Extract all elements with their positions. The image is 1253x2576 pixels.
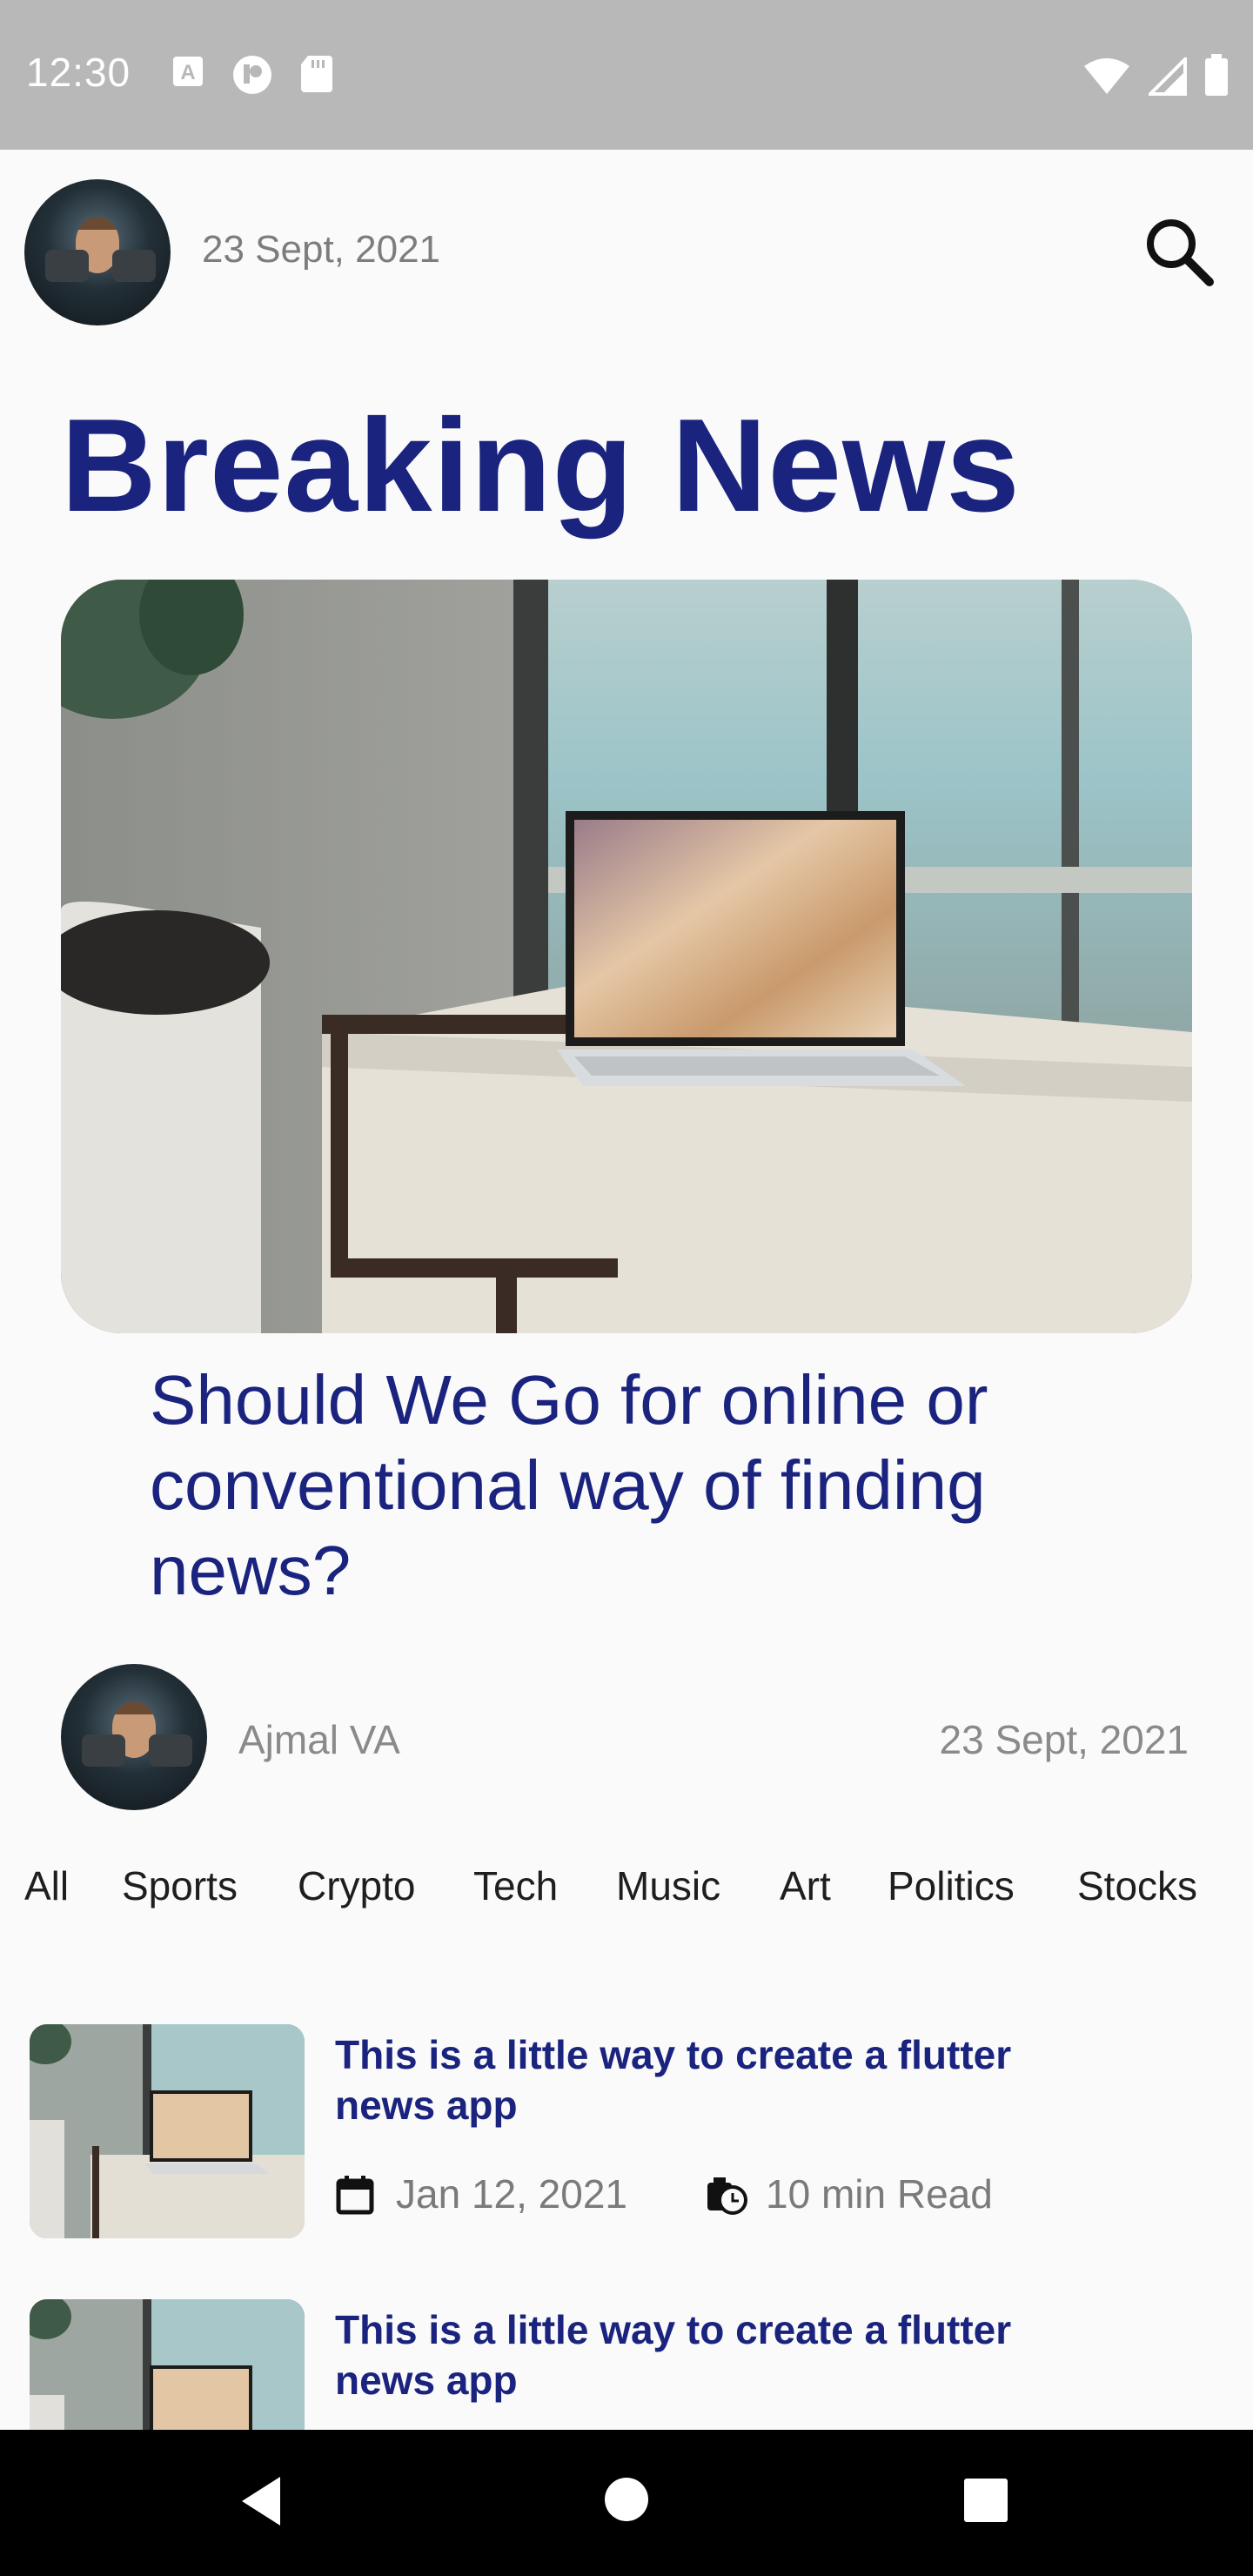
sd-card-icon [301,56,332,92]
timer-icon [707,2177,747,2215]
avatar-camera [44,249,89,282]
status-system-icons [1082,54,1229,96]
tab-art[interactable]: Art [780,1862,831,1909]
article-thumbnail [30,2024,305,2238]
recents-icon[interactable] [962,2477,1009,2524]
signal-icon [1149,57,1187,96]
author-date: 23 Sept, 2021 [939,1717,1189,1762]
header: 23 Sept, 2021 [0,150,1253,359]
tab-tech[interactable]: Tech [473,1862,558,1909]
back-icon[interactable] [237,2473,289,2529]
hero-image[interactable] [61,580,1192,1333]
home-icon[interactable] [602,2475,651,2524]
wifi-icon [1084,58,1129,94]
author-avatar[interactable] [61,1664,207,1810]
status-bar: 12:30 A [0,0,1253,150]
page-title: Breaking News [61,392,1021,540]
app-p-icon [233,56,271,94]
status-notification-icons: A [171,54,334,96]
battery-icon [1205,54,1228,96]
search-button[interactable] [1140,212,1218,291]
status-time: 12:30 [26,50,131,95]
tab-crypto[interactable]: Crypto [298,1862,415,1909]
avatar[interactable] [24,179,171,325]
tab-music[interactable]: Music [616,1862,720,1909]
article-title: This is a little way to create a flutter… [335,2032,1012,2128]
hero-headline[interactable]: Should We Go for online or conventional … [150,1358,1107,1613]
tab-stocks[interactable]: Stocks [1077,1862,1197,1909]
tab-politics[interactable]: Politics [888,1862,1015,1909]
tab-sports[interactable]: Sports [122,1862,238,1909]
article-meta: Jan 12, 2021 10 min Read [335,2170,1205,2223]
category-tabs: All Sports Crypto Tech Music Art Politic… [0,1862,1253,1923]
calendar-icon [336,2176,374,2215]
article-title: This is a little way to create a flutter… [335,2307,1012,2403]
avatar-camera [111,249,157,282]
list-item[interactable]: This is a little way to create a flutter… [0,2024,1253,2259]
tab-all[interactable]: All [24,1862,69,1909]
article-photo [30,2024,305,2238]
article-date: Jan 12, 2021 [396,2171,628,2217]
system-nav-bar [0,2430,1253,2576]
avatar-camera [148,1734,193,1767]
avatar-camera [81,1734,125,1767]
svg-text:A: A [180,61,195,84]
author-row: Ajmal VA 23 Sept, 2021 [0,1664,1253,1812]
app-a-icon: A [173,57,203,86]
article-read-time: 10 min Read [766,2171,993,2217]
hero-photo [61,580,1192,1333]
search-icon [1147,219,1214,286]
header-date: 23 Sept, 2021 [202,228,441,271]
author-name: Ajmal VA [238,1717,400,1762]
